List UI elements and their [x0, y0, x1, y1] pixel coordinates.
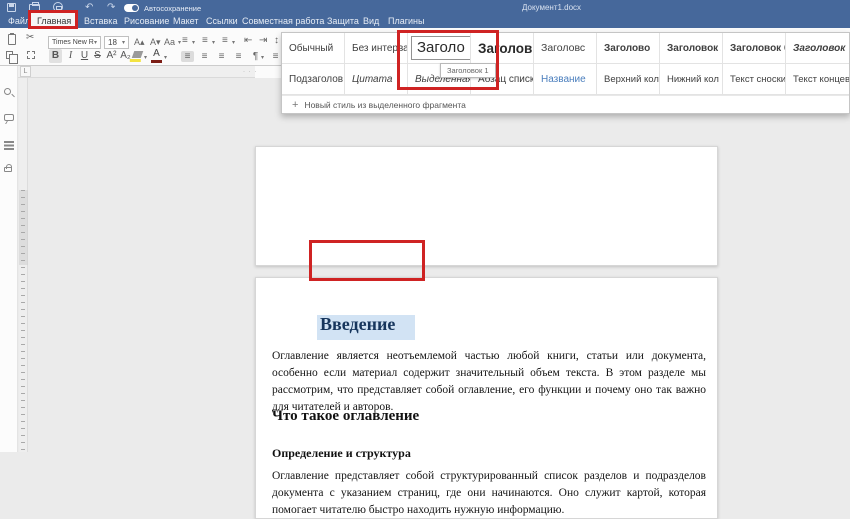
tab-draw[interactable]: Рисование — [124, 14, 169, 28]
vertical-ruler-ticks — [19, 190, 28, 452]
font-size-select[interactable]: 18▾ — [104, 36, 129, 49]
new-style-button[interactable]: + Новый стиль из выделенного фрагмента — [282, 95, 849, 113]
document-area: Введение Оглавление является неотъемлемо… — [0, 66, 850, 452]
change-case-button[interactable]: Aa — [164, 36, 175, 48]
titlebar: ↶ ↷ Автосохранение Документ1.docx Файл Г… — [0, 0, 850, 28]
chevron-down-icon: ▾ — [192, 39, 195, 46]
style-item-subtitle[interactable]: Подзаголов — [282, 64, 345, 95]
autosave-toggle[interactable] — [124, 4, 139, 12]
highlight-color-icon[interactable] — [132, 51, 144, 58]
style-item-header[interactable]: Верхний кол — [597, 64, 660, 95]
plus-icon: + — [292, 100, 298, 110]
annotation-box-document-heading — [309, 240, 425, 281]
font-name-select[interactable]: Times New R▾ — [48, 36, 101, 49]
style-item-footer[interactable]: Нижний кол — [660, 64, 723, 95]
autosave-label: Автосохранение — [144, 4, 201, 13]
paste-icon[interactable] — [8, 34, 16, 45]
new-style-label: Новый стиль из выделенного фрагмента — [304, 100, 465, 110]
document-heading[interactable]: Введение — [320, 314, 395, 335]
tab-view[interactable]: Вид — [363, 14, 379, 28]
tab-references[interactable]: Ссылки — [206, 14, 238, 28]
tab-collaboration[interactable]: Совместная работа — [242, 14, 324, 28]
style-item-heading5[interactable]: Заголовок — [660, 33, 723, 64]
style-item-footnote-text[interactable]: Текст сноски — [723, 64, 786, 95]
multilevel-list-icon[interactable]: ≡ — [222, 35, 228, 46]
style-item-title[interactable]: Название — [534, 64, 597, 95]
tab-insert[interactable]: Вставка — [84, 14, 117, 28]
italic-button[interactable]: I — [64, 49, 77, 63]
chevron-down-icon: ▾ — [144, 54, 147, 61]
chevron-down-icon: ▾ — [232, 39, 235, 46]
document-paragraph[interactable]: Оглавление является неотъемлемой частью … — [272, 348, 706, 416]
tab-file[interactable]: Файл — [8, 14, 30, 28]
style-item-heading6[interactable]: Заголовок 6 — [723, 33, 786, 64]
increase-indent-icon[interactable]: ⇥ — [259, 35, 267, 46]
tab-plugins[interactable]: Плагины — [388, 14, 424, 28]
align-left-button[interactable]: ≡ — [181, 51, 194, 62]
redo-icon[interactable]: ↷ — [107, 3, 115, 12]
align-justify-button[interactable]: ≡ — [232, 51, 245, 62]
underline-button[interactable]: U — [78, 49, 91, 63]
style-item-heading4[interactable]: Заголово — [597, 33, 660, 64]
search-icon[interactable] — [4, 88, 11, 95]
chevron-down-icon: ▾ — [164, 54, 167, 61]
save-icon[interactable] — [7, 3, 16, 12]
lock-icon[interactable] — [4, 167, 12, 172]
app-window: ↶ ↷ Автосохранение Документ1.docx Файл Г… — [0, 0, 850, 452]
styles-grid: Обычный Без интерва Заголо Заголов Загол… — [282, 33, 849, 95]
copy-icon[interactable] — [6, 51, 13, 59]
document-sub-heading[interactable]: Определение и структура — [272, 446, 411, 461]
chevron-down-icon: ▾ — [212, 39, 215, 46]
align-right-button[interactable]: ≡ — [215, 51, 228, 62]
line-spacing-icon[interactable]: ↕ — [274, 35, 279, 46]
vertical-ruler[interactable] — [19, 78, 28, 452]
tab-protection[interactable]: Защита — [327, 14, 359, 28]
superscript-button[interactable]: A² — [105, 49, 118, 63]
increase-font-button[interactable]: A▴ — [134, 36, 145, 48]
annotation-box-home-tab — [28, 10, 78, 29]
strikethrough-button[interactable]: S — [91, 49, 104, 63]
tab-layout[interactable]: Макет — [173, 14, 198, 28]
undo-icon[interactable]: ↶ — [85, 3, 93, 12]
document-paragraph[interactable]: Оглавление представляет собой структурир… — [272, 468, 706, 519]
navigation-headings-icon[interactable] — [4, 141, 14, 143]
style-item-normal[interactable]: Обычный — [282, 33, 345, 64]
tab-stop-selector[interactable]: L — [20, 66, 31, 77]
ruler-marks: · · · — [243, 69, 257, 75]
styles-gallery-dropdown: Обычный Без интерва Заголо Заголов Загол… — [281, 32, 850, 114]
cut-icon[interactable]: ✂ — [26, 32, 34, 44]
decrease-indent-icon[interactable]: ⇤ — [244, 35, 252, 46]
select-tool-icon[interactable] — [27, 51, 35, 59]
style-item-endnote-text[interactable]: Текст концев — [786, 64, 849, 95]
bold-button[interactable]: B — [49, 49, 62, 63]
annotation-box-heading1-style — [397, 30, 499, 90]
style-item-heading3[interactable]: Заголовс — [534, 33, 597, 64]
comments-icon[interactable] — [4, 114, 14, 121]
document-title: Документ1.docx — [522, 3, 581, 12]
align-center-button[interactable]: ≡ — [198, 51, 211, 62]
chevron-down-icon: ▾ — [94, 39, 97, 46]
left-sidebar — [0, 66, 18, 452]
chevron-down-icon: ▾ — [178, 39, 181, 46]
style-item-heading7[interactable]: Заголовок — [786, 33, 849, 64]
numbered-list-icon[interactable]: ≡ — [202, 35, 208, 46]
decrease-font-button[interactable]: A▾ — [150, 36, 161, 48]
chevron-down-icon: ▾ — [122, 39, 125, 46]
font-color-icon[interactable]: A — [151, 48, 162, 59]
document-section-heading[interactable]: Что такое оглавление — [272, 408, 419, 425]
chevron-down-icon: ▾ — [261, 54, 264, 61]
bullet-list-icon[interactable]: ≡ — [182, 35, 188, 46]
